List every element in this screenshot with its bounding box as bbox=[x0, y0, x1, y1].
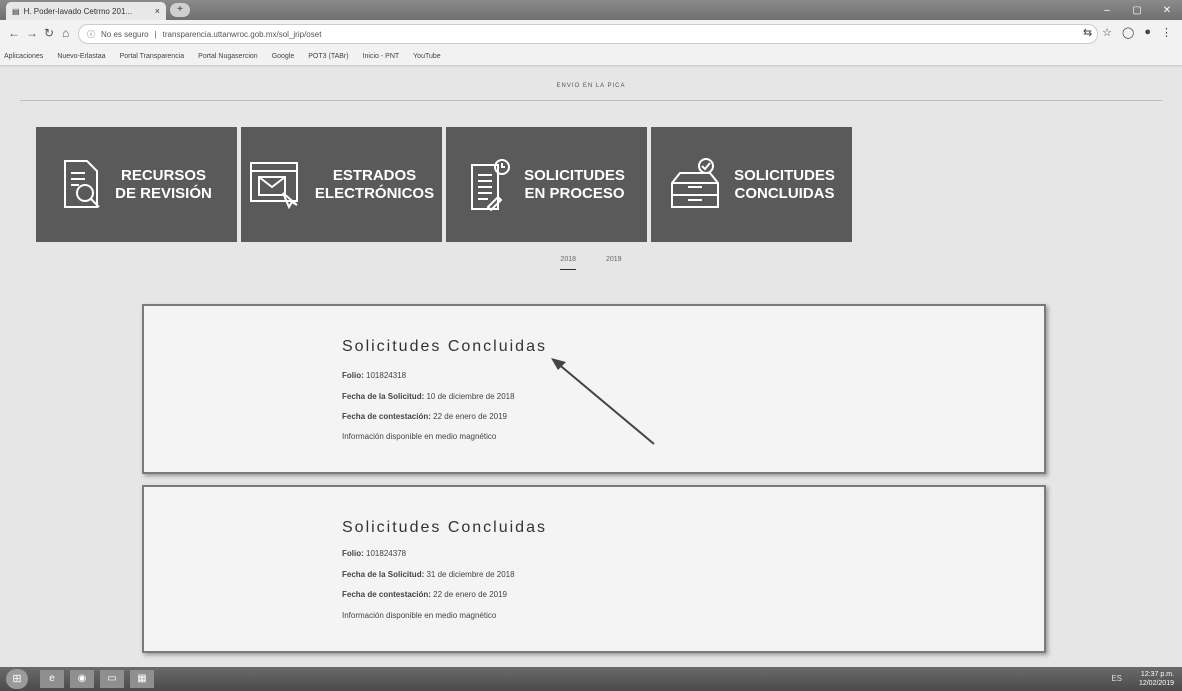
minimize-icon[interactable]: – bbox=[1092, 0, 1122, 20]
info-icon[interactable]: ⓘ bbox=[87, 29, 95, 40]
windows-taskbar: ⊞ e ◉ ▭ ▦ ES 12:37 p.m. 12/02/2019 bbox=[0, 667, 1182, 691]
start-button-icon[interactable]: ⊞ bbox=[6, 669, 28, 689]
new-tab-button[interactable]: + bbox=[170, 3, 190, 17]
url-input[interactable]: ⓘ No es seguro | transparencia.uttanwroc… bbox=[78, 24, 1098, 44]
browser-tab[interactable]: ▤ H. Poder-lavado Cetrmo 201... × bbox=[6, 2, 166, 20]
bookmark-item[interactable]: Nuevo-Erlastaa bbox=[57, 53, 105, 60]
explorer-icon[interactable]: ▭ bbox=[100, 670, 124, 688]
home-icon[interactable]: ⌂ bbox=[62, 26, 69, 40]
ie-icon[interactable]: e bbox=[40, 670, 64, 688]
tray-language[interactable]: ES bbox=[1111, 674, 1122, 683]
bookmark-item[interactable]: POT3 (TABr) bbox=[308, 53, 348, 60]
chrome-icon[interactable]: ◉ bbox=[70, 670, 94, 688]
back-icon[interactable]: ← bbox=[8, 26, 20, 40]
bookmark-star-icon[interactable]: ☆ bbox=[1102, 26, 1112, 39]
menu-icon[interactable]: ⋮ bbox=[1161, 26, 1172, 39]
tab-title: H. Poder-lavado Cetrmo 201... bbox=[23, 6, 133, 16]
extension-icon[interactable]: ◯ bbox=[1122, 26, 1134, 39]
page-icon: ▤ bbox=[12, 6, 20, 16]
bookmark-item[interactable]: Aplicaciones bbox=[4, 53, 43, 60]
security-status: No es seguro bbox=[101, 29, 149, 39]
annotation-arrow-icon bbox=[551, 358, 655, 445]
browser-tabstrip: ▤ H. Poder-lavado Cetrmo 201... × + – ▢ … bbox=[0, 0, 1182, 20]
url-text: transparencia.uttanwroc.gob.mx/sol_jrip/… bbox=[162, 29, 322, 39]
page-content: ENVIO EN LA PICA RECURSOS DE REVISIÓN EST… bbox=[0, 67, 1182, 667]
profile-icon[interactable]: ● bbox=[1144, 26, 1151, 39]
bookmark-item[interactable]: Google bbox=[272, 53, 295, 60]
close-tab-icon[interactable]: × bbox=[155, 6, 160, 16]
browser-actions: ⇆ ☆ ◯ ● ⋮ bbox=[1083, 26, 1172, 39]
bookmark-item[interactable]: Inicio - PNT bbox=[363, 53, 400, 60]
bookmark-item[interactable]: YouTube bbox=[413, 53, 441, 60]
maximize-icon[interactable]: ▢ bbox=[1122, 0, 1152, 20]
window-controls: – ▢ ✕ bbox=[1092, 0, 1182, 20]
app-icon[interactable]: ▦ bbox=[130, 670, 154, 688]
bookmarks-bar: Aplicaciones Nuevo-Erlastaa Portal Trans… bbox=[0, 48, 1182, 66]
reload-icon[interactable]: ↻ bbox=[44, 26, 54, 40]
translate-icon[interactable]: ⇆ bbox=[1083, 26, 1092, 39]
forward-icon[interactable]: → bbox=[26, 26, 38, 40]
bookmark-item[interactable]: Portal Transparencia bbox=[120, 53, 185, 60]
close-window-icon[interactable]: ✕ bbox=[1152, 0, 1182, 20]
address-bar-area: ← → ↻ ⌂ ⓘ No es seguro | transparencia.u… bbox=[0, 20, 1182, 48]
bookmark-item[interactable]: Portal Nugasercion bbox=[198, 53, 258, 60]
taskbar-clock[interactable]: 12:37 p.m. 12/02/2019 bbox=[1139, 670, 1174, 688]
